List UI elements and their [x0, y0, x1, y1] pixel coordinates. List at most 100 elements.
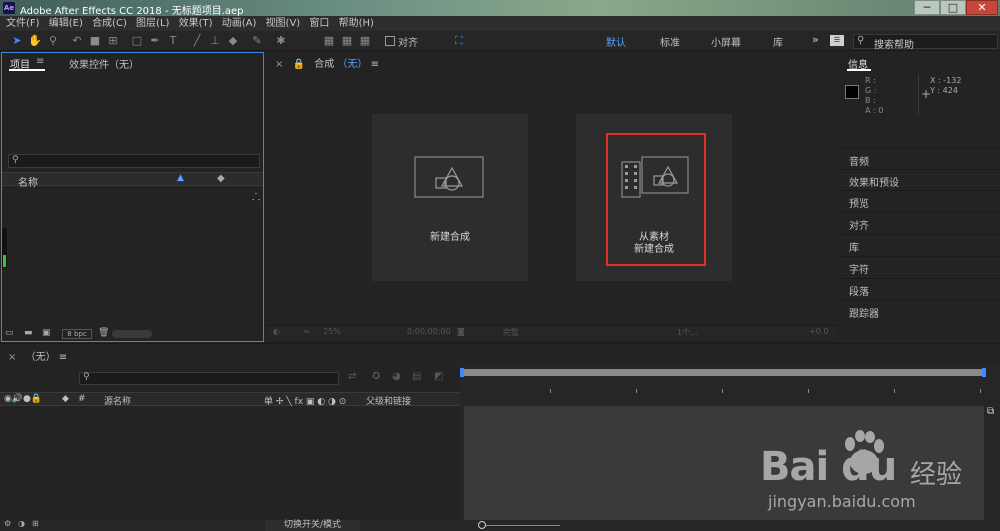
- menu-view[interactable]: 视图(V): [260, 16, 301, 31]
- hand-tool-icon[interactable]: ✋: [28, 34, 42, 48]
- panel-align[interactable]: 对齐: [839, 212, 1000, 233]
- modes-icon[interactable]: ◑: [18, 519, 25, 528]
- shy-layers-icon[interactable]: ◕: [392, 371, 401, 382]
- panel-tracker[interactable]: 跟踪器: [839, 300, 1000, 321]
- lock-icon[interactable]: 🔒: [293, 59, 305, 70]
- snap-options-icon[interactable]: ⛶: [455, 34, 463, 48]
- bit-depth-button[interactable]: 8 bpc: [62, 329, 92, 339]
- comp-button-icon[interactable]: ⧉: [987, 406, 994, 417]
- work-area-start-handle[interactable]: [460, 368, 464, 377]
- world-axis-icon[interactable]: ▦: [340, 34, 354, 48]
- project-panel: 项目 ≡ 效果控件（无） ⚲ 名称 ▲ ◆ ⸫ ▭ ▬ ▣ 8 bpc 🗑: [1, 52, 264, 342]
- minimize-button[interactable]: ─: [914, 0, 940, 15]
- zoom-level[interactable]: 25%: [323, 327, 341, 336]
- column-name[interactable]: 名称: [18, 174, 38, 189]
- project-scrollbar[interactable]: [112, 330, 152, 338]
- timeline-zoom-slider[interactable]: [480, 525, 560, 526]
- eraser-tool-icon[interactable]: ◆: [226, 34, 240, 48]
- in-out-icon[interactable]: ⊞: [32, 519, 39, 528]
- interpret-footage-icon[interactable]: ▭: [5, 328, 14, 338]
- sort-ascending-icon[interactable]: ▲: [177, 173, 184, 183]
- brush-tool-icon[interactable]: ╱: [190, 34, 204, 48]
- search-help-toggle-icon[interactable]: ☰: [830, 35, 844, 46]
- layer-switches-icon[interactable]: ⚙: [4, 519, 11, 528]
- menu-composition[interactable]: 合成(C): [86, 16, 127, 31]
- menu-edit[interactable]: 编辑(E): [43, 16, 83, 31]
- view-layout-dropdown[interactable]: 1个...: [677, 327, 698, 338]
- panel-library[interactable]: 库: [839, 234, 1000, 255]
- workspace-small-screen[interactable]: 小屏幕: [711, 34, 741, 49]
- selection-tool-icon[interactable]: ➤: [10, 34, 24, 48]
- window-title: Adobe After Effects CC 2018 - 无标题项目.aep: [20, 6, 244, 17]
- panel-preview[interactable]: 预览: [839, 190, 1000, 211]
- project-panel-menu-icon[interactable]: ≡: [36, 56, 44, 67]
- panel-audio[interactable]: 音频: [839, 148, 1000, 169]
- resolution-dropdown[interactable]: 完整: [503, 327, 519, 338]
- preview-icon[interactable]: ◐: [273, 327, 280, 336]
- pen-tool-icon[interactable]: ✒: [148, 34, 162, 48]
- trash-icon[interactable]: 🗑: [98, 328, 109, 338]
- graph-editor-icon[interactable]: ◩: [434, 371, 443, 382]
- current-time[interactable]: 0;00;00;00: [407, 327, 451, 336]
- flowchart-icon[interactable]: ⸫: [252, 189, 260, 203]
- composition-tab-menu-icon[interactable]: ≡: [371, 59, 379, 70]
- mask-icon[interactable]: ∞: [303, 327, 310, 336]
- rotate-tool-icon[interactable]: ↶: [70, 34, 84, 48]
- new-folder-icon[interactable]: ▬: [24, 328, 33, 338]
- snap-checkbox[interactable]: [385, 36, 395, 46]
- tab-timeline[interactable]: × （无） ≡: [8, 348, 67, 363]
- frame-blending-icon[interactable]: ▤: [412, 371, 421, 382]
- project-search-input[interactable]: ⚲: [8, 154, 260, 168]
- time-ruler-tick: [636, 389, 637, 393]
- menu-window[interactable]: 窗口: [303, 16, 329, 31]
- text-tool-icon[interactable]: T: [166, 34, 180, 48]
- pan-behind-tool-icon[interactable]: ⊞: [106, 34, 120, 48]
- work-area-end-handle[interactable]: [982, 368, 986, 377]
- tab-effect-controls[interactable]: 效果控件（无）: [69, 56, 139, 71]
- zoom-tool-icon[interactable]: ⚲: [46, 34, 60, 48]
- column-source-name[interactable]: 源名称: [104, 394, 131, 407]
- menu-file[interactable]: 文件(F): [0, 16, 40, 31]
- clone-stamp-tool-icon[interactable]: ⊥: [208, 34, 222, 48]
- label-tag-icon[interactable]: ◆: [217, 173, 225, 184]
- close-tab-icon[interactable]: ×: [275, 59, 283, 70]
- timeline-zoom-knob[interactable]: [478, 521, 486, 529]
- av-features-icons[interactable]: ◉🔊●🔒: [4, 394, 42, 404]
- menu-effect[interactable]: 效果(T): [173, 16, 213, 31]
- tab-composition[interactable]: × 🔒 合成 （无） ≡: [275, 55, 379, 70]
- work-area-bar[interactable]: [462, 369, 986, 376]
- comp-mini-flowchart-icon[interactable]: ⇄: [348, 371, 356, 382]
- panel-character-label: 字符: [849, 265, 869, 276]
- new-composition-card[interactable]: 新建合成: [372, 114, 528, 281]
- workspace-standard[interactable]: 标准: [660, 34, 680, 49]
- label-tag-icon[interactable]: ◆: [62, 394, 69, 404]
- maximize-button[interactable]: □: [940, 0, 966, 15]
- timeline-search-input[interactable]: ⚲: [79, 372, 339, 385]
- roto-brush-tool-icon[interactable]: ✎: [250, 34, 264, 48]
- snapshot-icon[interactable]: ◙: [457, 327, 465, 336]
- panel-effects-presets[interactable]: 效果和预设: [839, 169, 1000, 190]
- menu-animation[interactable]: 动画(A): [216, 16, 257, 31]
- rectangle-tool-icon[interactable]: □: [130, 34, 144, 48]
- panel-character[interactable]: 字符: [839, 256, 1000, 277]
- view-axis-icon[interactable]: ▦: [358, 34, 372, 48]
- toggle-switches-modes-button[interactable]: 切换开关/模式: [265, 520, 360, 531]
- new-composition-icon[interactable]: ▣: [42, 328, 51, 338]
- exposure-value[interactable]: +0.0: [809, 327, 828, 336]
- puppet-tool-icon[interactable]: ✱: [274, 34, 288, 48]
- local-axis-icon[interactable]: ▦: [322, 34, 336, 48]
- workspace-default[interactable]: 默认: [606, 34, 626, 49]
- close-button[interactable]: ✕: [966, 0, 998, 15]
- draft-3d-icon[interactable]: ✪: [372, 371, 380, 382]
- close-tab-icon[interactable]: ×: [8, 352, 16, 363]
- search-help-input[interactable]: ⚲ 搜索帮助: [853, 34, 998, 51]
- panel-paragraph[interactable]: 段落: [839, 278, 1000, 299]
- timeline-tab-menu-icon[interactable]: ≡: [59, 352, 67, 363]
- menu-help[interactable]: 帮助(H): [333, 16, 374, 31]
- workspace-library[interactable]: 库: [773, 34, 783, 49]
- menu-layer[interactable]: 图层(L): [130, 16, 169, 31]
- workspaces-more-button[interactable]: »: [812, 33, 819, 46]
- time-ruler-tick: [722, 389, 723, 393]
- camera-tool-icon[interactable]: ■: [88, 34, 102, 48]
- column-parent-link[interactable]: 父级和链接: [366, 394, 411, 407]
